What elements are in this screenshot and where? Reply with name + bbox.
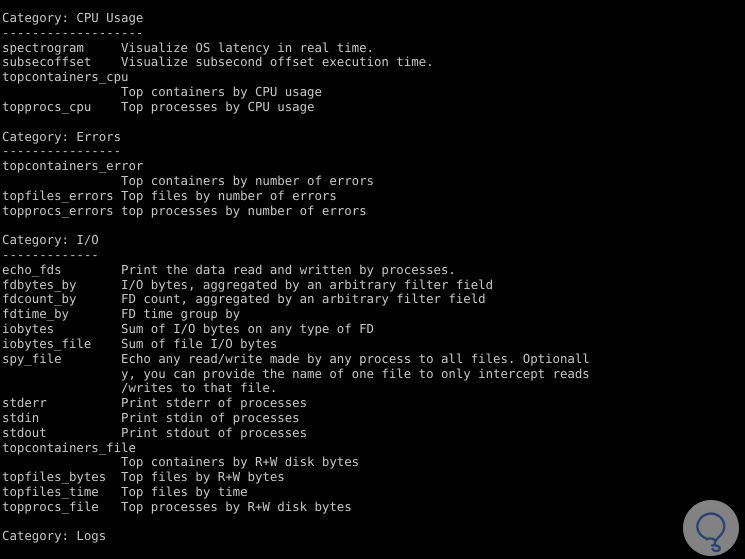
terminal-output: Category: CPU Usage ------------------- sp… <box>0 0 745 559</box>
terminal-line: iobytes Sum of I/O bytes on any type of … <box>2 321 374 337</box>
terminal-line: topfiles_errors Top files by number of e… <box>2 187 337 203</box>
terminal-line: Category: I/O <box>2 232 99 248</box>
terminal-line: echo_fds Print the data read and written… <box>2 261 456 277</box>
terminal-line: Category: Logs <box>2 528 107 544</box>
terminal-line: Category: CPU Usage <box>2 10 144 25</box>
terminal-line: topcontainers_file <box>2 439 136 455</box>
terminal-line: stderr Print stderr of processes <box>2 395 308 411</box>
terminal-line: Top containers by CPU usage <box>2 84 322 100</box>
terminal-line: Top containers by R+W disk bytes <box>2 454 360 470</box>
terminal-line: stdin Print stdin of processes <box>2 409 300 425</box>
terminal-line: spy_file Echo any read/write made by any… <box>2 350 590 366</box>
terminal-line: fdcount_by FD count, aggregated by an ar… <box>2 291 486 307</box>
terminal-line: stdout Print stdout of processes <box>2 424 308 440</box>
terminal-line: fdbytes_by I/O bytes, aggregated by an a… <box>2 276 494 292</box>
terminal-line: spectrogram Visualize OS latency in real… <box>2 39 374 55</box>
terminal-separator-line: ---------------- <box>2 143 122 159</box>
terminal-line: iobytes_file Sum of file I/O bytes <box>2 335 278 351</box>
terminal-line: topfiles_bytes Top files by R+W bytes <box>2 469 285 485</box>
terminal-line: Top containers by number of errors <box>2 172 374 188</box>
terminal-line: Category: Errors <box>2 128 122 144</box>
terminal-line: topprocs_errors top processes by number … <box>2 202 367 218</box>
terminal-line: topprocs_cpu Top processes by CPU usage <box>2 98 315 114</box>
terminal-line: /writes to that file. <box>2 380 278 396</box>
terminal-line: topfiles_time Top files by time <box>2 484 248 499</box>
terminal-line: topprocs_file Top processes by R+W disk … <box>2 498 352 514</box>
watermark-logo <box>683 500 739 556</box>
terminal-separator-line: ------------------- <box>2 24 144 40</box>
terminal-line: topcontainers_cpu <box>2 69 129 85</box>
terminal-line: y, you can provide the name of one file … <box>2 365 590 381</box>
lightbulb-icon <box>696 512 726 553</box>
terminal-separator-line: ------------- <box>2 247 99 262</box>
terminal-line: fdtime_by FD time group by <box>2 306 241 322</box>
terminal-line: subsecoffset Visualize subsecond offset … <box>2 54 434 70</box>
terminal-line: topcontainers_error <box>2 158 144 174</box>
